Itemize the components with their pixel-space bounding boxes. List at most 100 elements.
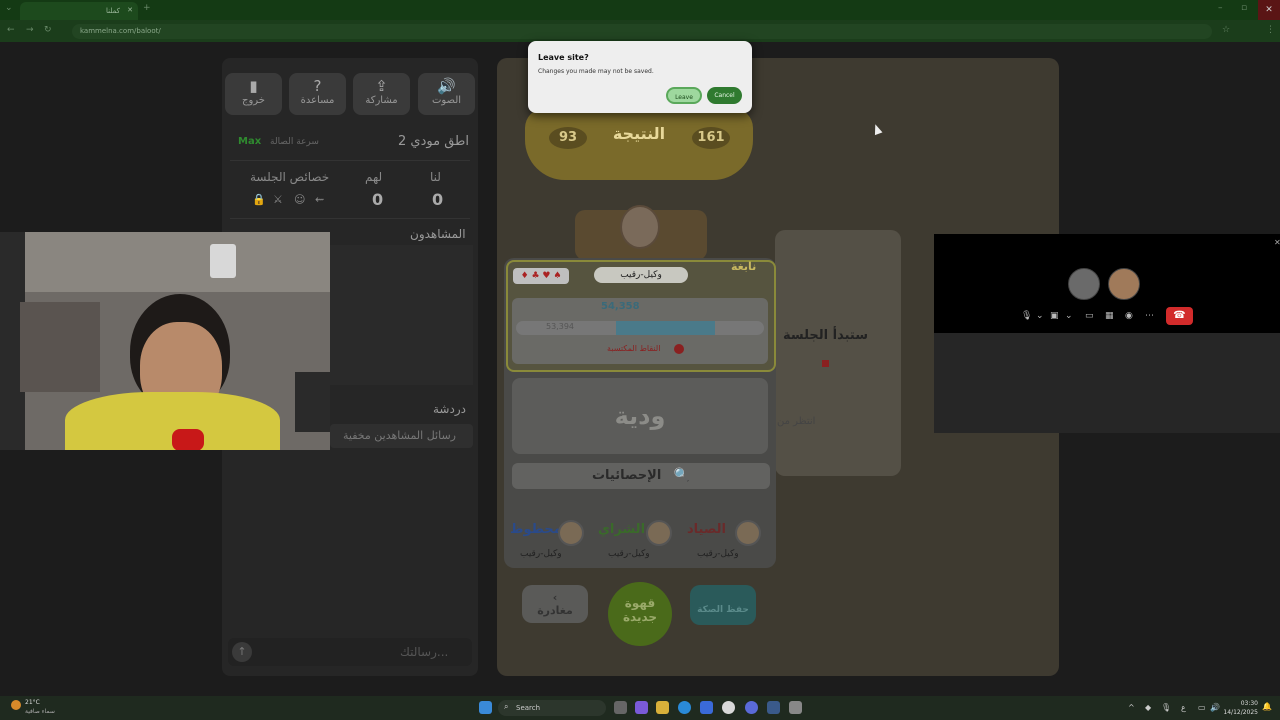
menu-icon[interactable]: ⋮ xyxy=(1266,25,1275,35)
divider xyxy=(230,160,470,161)
door-icon: ▮ xyxy=(249,77,258,95)
browser-tab[interactable]: كملنا ✕ xyxy=(20,2,138,20)
lock-icon: 🔒 xyxy=(252,193,266,206)
chrome-icon[interactable] xyxy=(722,701,735,714)
sound-settings-icon[interactable]: ◉ xyxy=(1125,311,1133,321)
screen-share-icon[interactable]: ▭ xyxy=(1085,311,1094,321)
hang-up-button[interactable]: ☎ xyxy=(1166,307,1193,325)
points-label: النقاط المكتسبة xyxy=(607,344,661,353)
room-name: اطق مودي 2 xyxy=(398,134,469,149)
tray-mic-icon[interactable]: 🎙 xyxy=(1161,703,1171,712)
speed-label: سرعة الصالة xyxy=(270,137,319,147)
player-avatar xyxy=(620,205,660,249)
network-icon[interactable]: ▭ xyxy=(1198,703,1206,712)
stats-label: الإحصائيات xyxy=(591,468,662,483)
share-button[interactable]: ⇪ مشاركة xyxy=(353,73,410,115)
notification-icon[interactable]: 🔔 xyxy=(1262,702,1272,711)
stats-button[interactable]: الإحصائيات 🔍 xyxy=(512,463,770,489)
more-icon[interactable]: ⋯ xyxy=(1145,311,1154,321)
send-arrow-icon[interactable]: ↑ xyxy=(232,642,252,662)
help-button[interactable]: ? مساعدة xyxy=(289,73,346,115)
message-placeholder: رسالتك... xyxy=(400,645,449,659)
volume-icon[interactable]: 🔊 xyxy=(1210,703,1220,712)
divider xyxy=(230,218,470,219)
tray-chevron-icon[interactable]: ^ xyxy=(1128,703,1135,712)
column-session: خصائص الجلسة xyxy=(250,170,330,184)
cancel-button[interactable]: Cancel xyxy=(707,87,742,104)
leave-game-button[interactable]: ‹ مغادرة xyxy=(522,585,588,623)
maximize-icon[interactable]: ▫ xyxy=(1241,3,1247,13)
file-explorer-icon[interactable] xyxy=(656,701,669,714)
save-deck-button[interactable]: حفظ الصكة xyxy=(690,585,756,625)
webcam-wall xyxy=(0,232,330,292)
task-view-icon[interactable] xyxy=(614,701,627,714)
new-tab-icon[interactable]: + xyxy=(143,3,151,13)
bookmark-star-icon[interactable]: ☆ xyxy=(1222,25,1230,35)
leave-game-label: مغادرة xyxy=(537,604,573,617)
score-left: 93 xyxy=(549,127,587,149)
chevron-down-icon[interactable]: ⌄ xyxy=(1036,311,1044,321)
side-text-2: انتظر من xyxy=(777,416,816,427)
player-name: وكيل-رقيب xyxy=(594,267,688,283)
back-icon[interactable]: ← xyxy=(7,25,15,35)
viewers-label: المشاهدون xyxy=(410,227,466,241)
mode-box: ودية xyxy=(512,378,768,454)
browser-tab-bar: ⌄ كملنا ✕ + – ▫ ✕ xyxy=(0,0,1280,20)
weather-desc: سماء صافية xyxy=(25,708,55,715)
camera-off-icon[interactable]: ▣ xyxy=(1050,311,1059,321)
taskbar-search[interactable]: Search xyxy=(498,700,606,716)
edge-icon[interactable] xyxy=(678,701,691,714)
session-card xyxy=(775,230,901,476)
weather-temp[interactable]: 21°C xyxy=(25,699,40,706)
wand-icon: ⚔ xyxy=(273,193,283,206)
minimize-icon[interactable]: – xyxy=(1218,3,1223,13)
tray-app-icon[interactable]: ◆ xyxy=(1145,703,1151,712)
clock-time[interactable]: 03:30 xyxy=(1232,700,1258,707)
achievement-name: الصياد xyxy=(687,522,727,537)
search-label: Search xyxy=(516,704,541,712)
new-coffee-button[interactable]: قهوة جديدة xyxy=(608,582,672,646)
webcam-bag xyxy=(295,372,330,432)
avatar xyxy=(558,520,584,546)
webcam-device xyxy=(210,244,236,278)
tab-list-icon[interactable]: ⌄ xyxy=(5,3,13,13)
call-close-icon[interactable]: ✕ xyxy=(1274,238,1280,247)
close-tab-icon[interactable]: ✕ xyxy=(127,6,133,14)
question-icon: ? xyxy=(313,77,322,95)
leave-site-dialog: Leave site? Changes you made may not be … xyxy=(528,41,752,113)
forward-icon[interactable]: → xyxy=(26,25,34,35)
window-close-icon[interactable]: ✕ xyxy=(1258,0,1280,20)
points-progress-fill xyxy=(616,321,716,335)
exit-button[interactable]: ▮ خروج xyxy=(225,73,282,115)
start-windows-icon[interactable] xyxy=(479,701,492,714)
leave-button[interactable]: Leave xyxy=(666,87,702,104)
sound-button[interactable]: 🔊 الصوت xyxy=(418,73,475,115)
copilot-icon[interactable] xyxy=(635,701,648,714)
score-them: 0 xyxy=(372,190,384,209)
points-value: 54,358 xyxy=(601,301,640,312)
exit-label: خروج xyxy=(242,95,265,106)
app-icon[interactable] xyxy=(789,701,802,714)
clock-date[interactable]: 14/12/2025 xyxy=(1222,709,1258,716)
chevron-down-icon[interactable]: ⌄ xyxy=(1065,311,1073,321)
steam-icon[interactable] xyxy=(767,701,780,714)
grid-icon[interactable]: ▦ xyxy=(1105,311,1114,321)
discord-icon[interactable] xyxy=(745,701,758,714)
tab-title: كملنا xyxy=(106,7,120,15)
score-us: 0 xyxy=(432,190,444,209)
points-prev: 53,394 xyxy=(546,322,574,331)
dialog-message: Changes you made may not be saved. xyxy=(538,68,654,75)
call-avatar xyxy=(1068,268,1100,300)
weather-icon xyxy=(11,700,21,710)
webcam-microphone xyxy=(172,429,204,450)
reload-icon[interactable]: ↻ xyxy=(44,25,52,35)
input-language[interactable]: ع xyxy=(1181,703,1186,712)
red-dot xyxy=(822,360,829,367)
magnifier-icon: 🔍 xyxy=(673,468,691,483)
store-icon[interactable] xyxy=(700,701,713,714)
microphone-icon[interactable]: 🎙 xyxy=(1021,311,1032,321)
url-field[interactable]: kammelna.com/baloot/ xyxy=(72,24,1212,39)
score-label: النتيجة xyxy=(612,124,666,143)
suits-icon: ♦ ♣ ♥ ♠ xyxy=(513,268,569,284)
achievement-player: وكيل-رقيب xyxy=(520,549,562,559)
